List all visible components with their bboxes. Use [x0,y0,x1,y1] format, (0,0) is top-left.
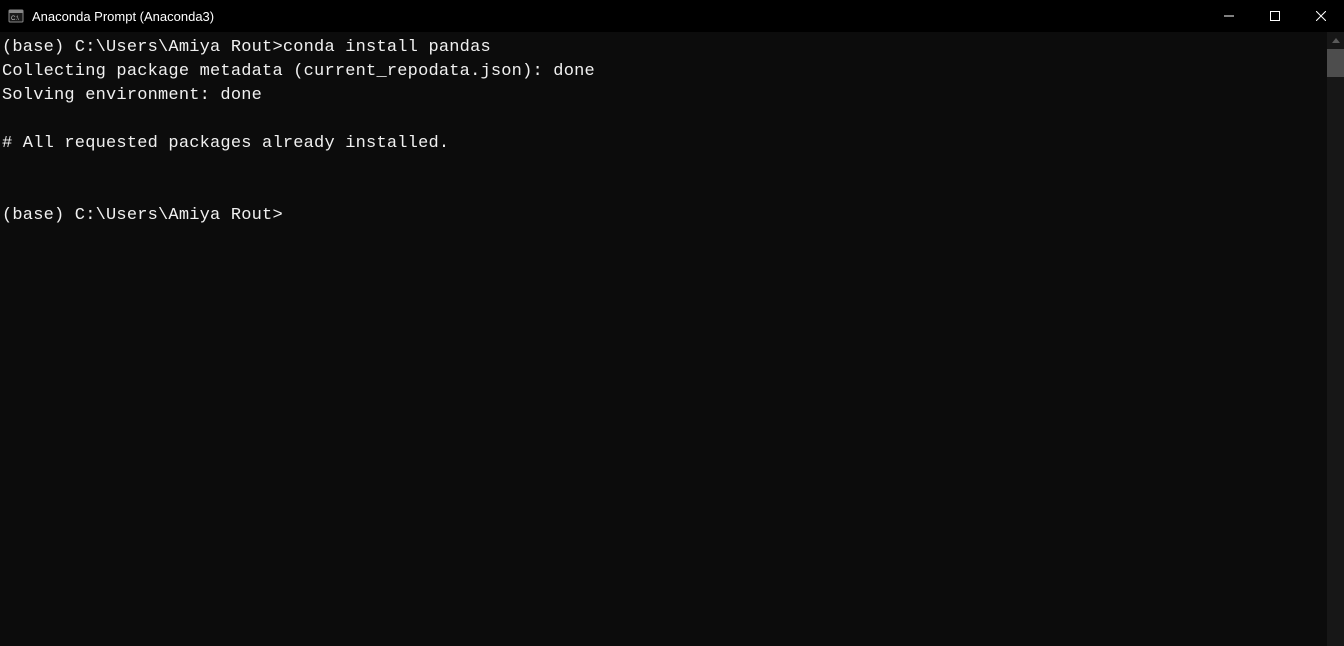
terminal-app-icon: C:\ [8,8,24,24]
terminal-line: Collecting package metadata (current_rep… [2,62,595,81]
terminal-output[interactable]: (base) C:\Users\Amiya Rout>conda install… [0,32,1327,646]
terminal-line: Solving environment: done [2,86,262,105]
terminal-line: # All requested packages already install… [2,134,449,153]
vertical-scrollbar[interactable] [1327,32,1344,646]
window-title: Anaconda Prompt (Anaconda3) [32,9,214,24]
window-controls [1206,0,1344,32]
scroll-thumb[interactable] [1327,49,1344,77]
terminal-body: (base) C:\Users\Amiya Rout>conda install… [0,32,1344,646]
terminal-line: (base) C:\Users\Amiya Rout> [2,206,283,225]
maximize-button[interactable] [1252,0,1298,32]
minimize-button[interactable] [1206,0,1252,32]
titlebar[interactable]: C:\ Anaconda Prompt (Anaconda3) [0,0,1344,32]
close-button[interactable] [1298,0,1344,32]
svg-text:C:\: C:\ [11,16,19,22]
scroll-up-arrow-icon[interactable] [1327,32,1344,49]
terminal-line: (base) C:\Users\Amiya Rout>conda install… [2,38,491,57]
